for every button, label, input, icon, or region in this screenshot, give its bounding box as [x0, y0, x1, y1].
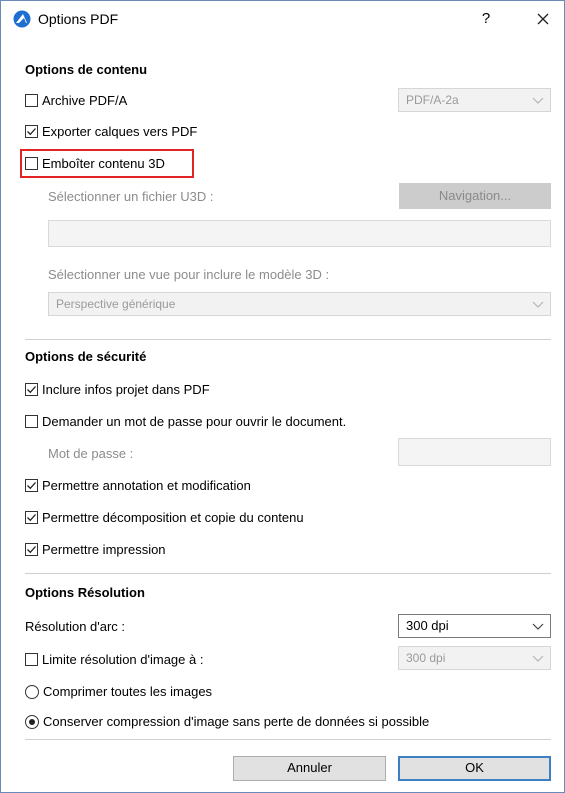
radio-selected-dot — [29, 718, 35, 725]
resolution-options-heading: Options Résolution — [25, 585, 145, 600]
u3d-path-field[interactable] — [48, 220, 551, 247]
allow-annotation-checkbox[interactable]: Permettre annotation et modification — [25, 478, 251, 493]
export-layers-label: Exporter calques vers PDF — [42, 124, 198, 139]
ok-button[interactable]: OK — [398, 756, 551, 781]
radio-circle — [25, 684, 39, 699]
archicad-app-icon — [13, 10, 31, 28]
export-layers-checkbox[interactable]: Exporter calques vers PDF — [25, 124, 197, 139]
password-label: Mot de passe : — [48, 446, 134, 461]
limit-image-resolution-checkbox[interactable]: Limite résolution d'image à : — [25, 652, 203, 667]
u3d-file-label: Sélectionner un fichier U3D : — [48, 189, 214, 204]
checkbox-box — [25, 125, 38, 138]
window-title: Options PDF — [38, 11, 119, 27]
archive-pdfa-checkbox[interactable]: Archive PDF/A — [25, 93, 127, 108]
chevron-down-icon — [532, 655, 544, 662]
embed-3d-label: Emboîter contenu 3D — [42, 156, 165, 171]
require-password-label: Demander un mot de passe pour ouvrir le … — [42, 414, 347, 429]
separator — [25, 573, 551, 574]
chevron-down-icon — [532, 301, 544, 308]
view-select-label: Sélectionner une vue pour inclure le mod… — [48, 267, 330, 282]
pdfa-version-select[interactable]: PDF/A-2a — [398, 88, 551, 112]
checkmark-icon — [27, 546, 36, 554]
checkbox-box — [25, 415, 38, 428]
radio-circle — [25, 714, 39, 729]
help-button[interactable]: ? — [471, 7, 501, 31]
browse-button[interactable]: Navigation... — [399, 183, 551, 209]
checkmark-icon — [27, 482, 36, 490]
close-button[interactable] — [528, 7, 558, 31]
archive-pdfa-label: Archive PDF/A — [42, 93, 128, 108]
keep-lossless-label: Conserver compression d'image sans perte… — [43, 714, 430, 729]
allow-printing-checkbox[interactable]: Permettre impression — [25, 542, 166, 557]
arc-resolution-select[interactable]: 300 dpi — [398, 614, 551, 638]
chevron-down-icon — [532, 623, 544, 630]
image-resolution-select[interactable]: 300 dpi — [398, 646, 551, 670]
security-options-heading: Options de sécurité — [25, 349, 147, 364]
keep-lossless-radio[interactable]: Conserver compression d'image sans perte… — [25, 714, 429, 729]
checkmark-icon — [27, 386, 36, 394]
allow-extraction-label: Permettre décomposition et copie du cont… — [42, 510, 304, 525]
pdf-options-dialog: Options PDF ? Options de contenu Archive… — [0, 0, 565, 793]
view-select[interactable]: Perspective générique — [48, 292, 551, 316]
separator — [25, 339, 551, 340]
allow-extraction-checkbox[interactable]: Permettre décomposition et copie du cont… — [25, 510, 304, 525]
title-bar: Options PDF ? — [1, 1, 564, 37]
allow-printing-label: Permettre impression — [42, 542, 166, 557]
checkbox-box — [25, 543, 38, 556]
checkbox-box — [25, 94, 38, 107]
allow-annotation-label: Permettre annotation et modification — [42, 478, 251, 493]
pdfa-version-value: PDF/A-2a — [406, 93, 459, 107]
checkbox-box — [25, 157, 38, 170]
cancel-button[interactable]: Annuler — [233, 756, 386, 781]
checkbox-box — [25, 653, 38, 666]
chevron-down-icon — [532, 97, 544, 104]
checkmark-icon — [27, 128, 36, 136]
close-icon — [537, 13, 549, 25]
content-options-heading: Options de contenu — [25, 62, 148, 77]
arc-resolution-label: Résolution d'arc : — [25, 619, 126, 634]
separator — [25, 739, 551, 740]
embed-3d-checkbox[interactable]: Emboîter contenu 3D — [25, 156, 165, 171]
checkbox-box — [25, 479, 38, 492]
checkbox-box — [25, 511, 38, 524]
image-resolution-value: 300 dpi — [406, 651, 446, 665]
checkmark-icon — [27, 514, 36, 522]
include-project-info-checkbox[interactable]: Inclure infos projet dans PDF — [25, 382, 210, 397]
view-select-value: Perspective générique — [56, 297, 176, 311]
limit-image-resolution-label: Limite résolution d'image à : — [42, 652, 204, 667]
checkbox-box — [25, 383, 38, 396]
include-project-info-label: Inclure infos projet dans PDF — [42, 382, 210, 397]
compress-all-label: Comprimer toutes les images — [43, 684, 213, 699]
require-password-checkbox[interactable]: Demander un mot de passe pour ouvrir le … — [25, 414, 346, 429]
password-field[interactable] — [398, 438, 551, 466]
compress-all-radio[interactable]: Comprimer toutes les images — [25, 684, 212, 699]
arc-resolution-value: 300 dpi — [406, 618, 449, 633]
